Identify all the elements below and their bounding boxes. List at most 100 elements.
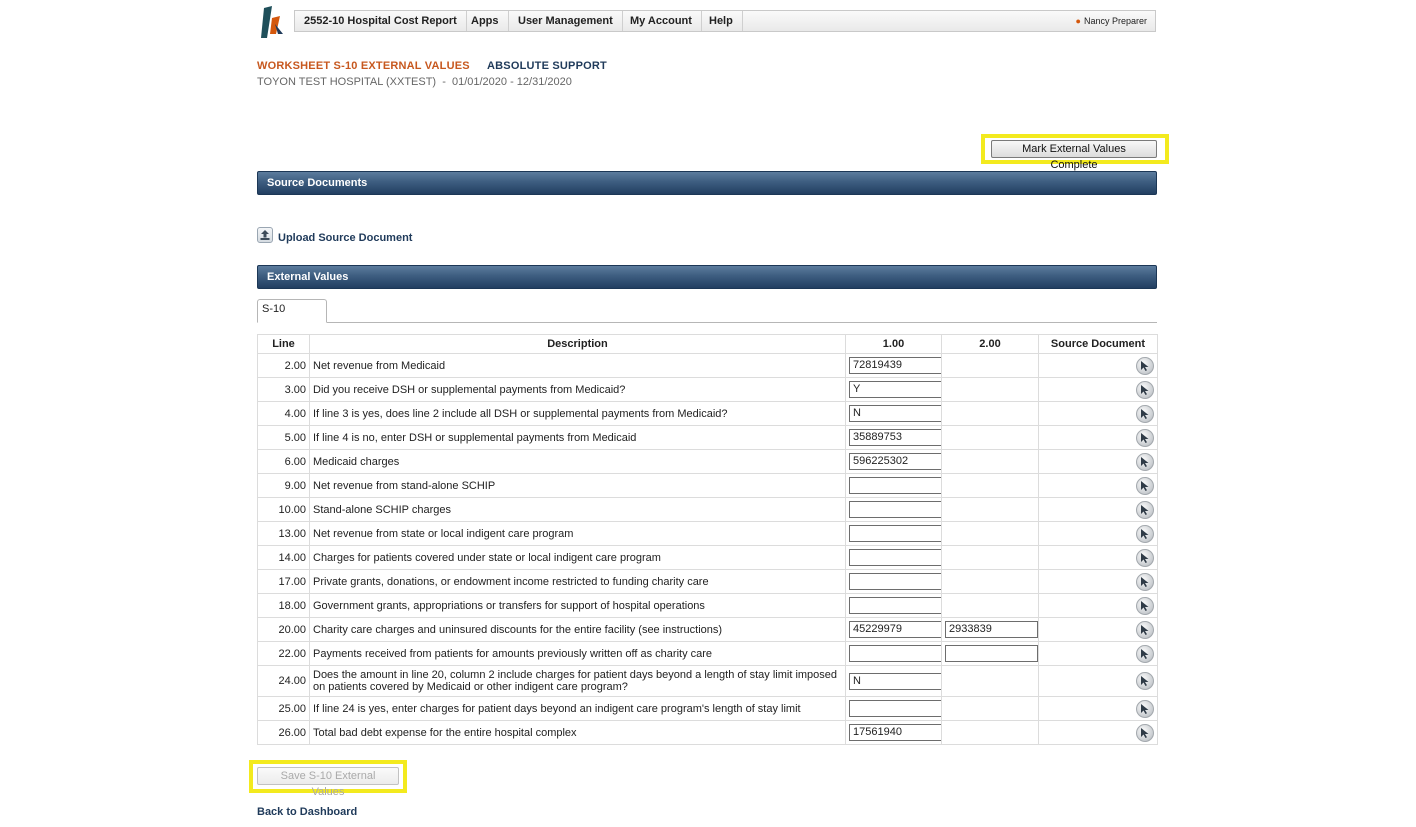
worksheet-title: WORKSHEET S-10 EXTERNAL VALUES — [257, 60, 470, 72]
source-document-icon[interactable] — [1136, 620, 1154, 639]
row-col2-cell — [941, 425, 1039, 450]
table-row: 10.00 Stand-alone SCHIP charges — [257, 497, 1158, 522]
col2-value-input[interactable] — [945, 645, 1038, 662]
row-description: Medicaid charges — [309, 449, 846, 474]
row-source-document-cell — [1038, 696, 1158, 721]
source-document-icon[interactable] — [1136, 548, 1154, 567]
row-line-number: 14.00 — [257, 545, 310, 570]
row-source-document-cell — [1038, 665, 1158, 697]
source-document-icon[interactable] — [1136, 500, 1154, 519]
toyon-logo-icon[interactable] — [258, 4, 288, 40]
row-col1-cell: 45229979 — [845, 617, 942, 642]
col-header-description: Description — [309, 334, 846, 354]
nav-my-account[interactable]: My Account — [621, 11, 702, 31]
col1-value-input[interactable]: N — [849, 405, 942, 422]
row-source-document-cell — [1038, 473, 1158, 498]
row-source-document-cell — [1038, 521, 1158, 546]
source-document-icon[interactable] — [1136, 476, 1154, 495]
mark-external-values-complete-button[interactable]: Mark External Values Complete — [991, 140, 1157, 171]
table-row: 22.00 Payments received from patients for… — [257, 641, 1158, 666]
row-description: Net revenue from stand-alone SCHIP — [309, 473, 846, 498]
col1-value-input[interactable]: 35889753 — [849, 429, 942, 446]
row-col2-cell — [941, 665, 1039, 697]
back-to-dashboard-link[interactable]: Back to Dashboard — [257, 806, 357, 818]
col1-value-input[interactable] — [849, 477, 942, 494]
col2-value-input[interactable]: 2933839 — [945, 621, 1038, 638]
row-line-number: 20.00 — [257, 617, 310, 642]
row-col1-cell: Y — [845, 377, 942, 402]
col1-value-input[interactable] — [849, 597, 942, 614]
source-document-icon[interactable] — [1136, 572, 1154, 591]
col1-value-input[interactable] — [849, 525, 942, 542]
col1-value-input[interactable] — [849, 573, 942, 590]
row-col1-cell: N — [845, 665, 942, 697]
row-line-number: 6.00 — [257, 449, 310, 474]
row-col2-cell — [941, 641, 1039, 666]
row-description: Total bad debt expense for the entire ho… — [309, 720, 846, 745]
row-col1-cell: 35889753 — [845, 425, 942, 450]
table-row: 25.00 If line 24 is yes, enter charges fo… — [257, 696, 1158, 721]
row-source-document-cell — [1038, 593, 1158, 618]
col1-value-input[interactable] — [849, 700, 942, 717]
row-description: Charity care charges and uninsured disco… — [309, 617, 846, 642]
col1-value-input[interactable] — [849, 501, 942, 518]
source-document-icon[interactable] — [1136, 723, 1154, 742]
col1-value-input[interactable] — [849, 549, 942, 566]
nav-user-management[interactable]: User Management — [509, 11, 623, 31]
row-description: If line 24 is yes, enter charges for pat… — [309, 696, 846, 721]
col1-value-input[interactable]: Y — [849, 381, 942, 398]
source-document-icon[interactable] — [1136, 356, 1154, 375]
row-col1-cell — [845, 473, 942, 498]
source-document-icon[interactable] — [1136, 428, 1154, 447]
col1-value-input[interactable]: 72819439 — [849, 357, 942, 374]
row-source-document-cell — [1038, 720, 1158, 745]
row-line-number: 4.00 — [257, 401, 310, 426]
row-col1-cell — [845, 641, 942, 666]
source-document-icon[interactable] — [1136, 452, 1154, 471]
nav-help[interactable]: Help — [700, 11, 743, 31]
row-description: Charges for patients covered under state… — [309, 545, 846, 570]
row-col2-cell — [941, 353, 1039, 378]
col1-value-input[interactable]: N — [849, 672, 942, 690]
upload-source-document-link[interactable]: Upload Source Document — [257, 226, 412, 244]
col1-value-input[interactable]: 17561940 — [849, 724, 942, 741]
col1-value-input[interactable] — [849, 645, 942, 662]
row-col2-cell — [941, 593, 1039, 618]
row-description: Payments received from patients for amou… — [309, 641, 846, 666]
row-col1-cell: 72819439 — [845, 353, 942, 378]
table-row: 5.00 If line 4 is no, enter DSH or supple… — [257, 425, 1158, 450]
nav-app-title[interactable]: 2552-10 Hospital Cost Report — [295, 11, 467, 31]
row-col2-cell — [941, 377, 1039, 402]
top-navbar: 2552-10 Hospital Cost Report Apps User M… — [294, 10, 1156, 32]
save-s10-external-values-button[interactable]: Save S-10 External Values — [257, 767, 399, 798]
table-row: 9.00 Net revenue from stand-alone SCHIP — [257, 473, 1158, 498]
row-description: If line 3 is yes, does line 2 include al… — [309, 401, 846, 426]
upload-icon[interactable] — [257, 227, 273, 243]
row-description: Does the amount in line 20, column 2 inc… — [309, 665, 846, 697]
upload-source-document-label[interactable]: Upload Source Document — [278, 232, 412, 244]
source-document-icon[interactable] — [1136, 644, 1154, 663]
source-document-icon[interactable] — [1136, 380, 1154, 399]
row-source-document-cell — [1038, 497, 1158, 522]
row-col1-cell: N — [845, 401, 942, 426]
nav-apps[interactable]: Apps — [462, 11, 509, 31]
source-document-icon[interactable] — [1136, 699, 1154, 718]
table-row: 2.00 Net revenue from Medicaid 72819439 — [257, 353, 1158, 378]
row-source-document-cell — [1038, 353, 1158, 378]
source-document-icon[interactable] — [1136, 596, 1154, 615]
source-document-icon[interactable] — [1136, 672, 1154, 690]
col1-value-input[interactable]: 45229979 — [849, 621, 942, 638]
col1-value-input[interactable]: 596225302 — [849, 453, 942, 470]
row-col2-cell — [941, 545, 1039, 570]
row-line-number: 3.00 — [257, 377, 310, 402]
row-source-document-cell — [1038, 641, 1158, 666]
hospital-period: TOYON TEST HOSPITAL (XXTEST) - 01/01/202… — [257, 76, 572, 88]
row-description: Government grants, appropriations or tra… — [309, 593, 846, 618]
row-description: Net revenue from state or local indigent… — [309, 521, 846, 546]
tab-s10[interactable]: S-10 — [257, 299, 327, 323]
source-document-icon[interactable] — [1136, 404, 1154, 423]
user-name: Nancy Preparer — [1083, 16, 1147, 26]
row-line-number: 22.00 — [257, 641, 310, 666]
user-indicator[interactable]: ● Nancy Preparer — [1076, 11, 1147, 31]
source-document-icon[interactable] — [1136, 524, 1154, 543]
